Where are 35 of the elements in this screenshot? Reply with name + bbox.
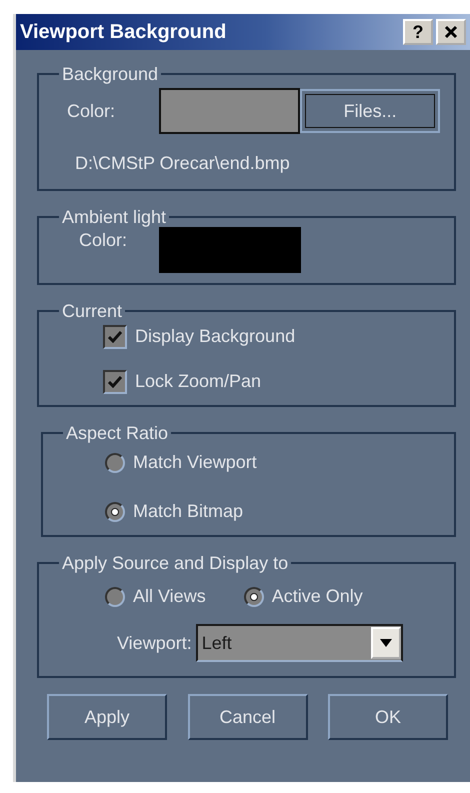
radio-button[interactable] [105,452,125,472]
color-label: Color: [66,100,116,122]
radio-label: Active Only [272,585,363,608]
group-label: Current [61,301,124,321]
color-swatch[interactable] [158,88,300,134]
dialog-button[interactable]: Cancel [188,694,308,740]
viewport-label: Viewport: [117,632,192,655]
file-path: D:\CMStP Orecar\end.bmp [75,152,291,175]
color-label: Color: [78,229,128,252]
checkbox-label: Lock Zoom/Pan [135,370,262,393]
window-title: Viewport Background [20,20,228,45]
radio-label: Match Viewport [133,451,257,474]
group-label: Ambient light [61,207,168,227]
color-swatch[interactable] [159,227,301,273]
checkmark-icon [108,330,122,342]
close-button[interactable] [436,19,466,45]
checkbox[interactable] [103,370,127,394]
dialog-button[interactable]: Apply [47,694,167,740]
checkbox-label: Display Background [135,325,296,348]
radio-button[interactable] [105,586,125,606]
dialog-button[interactable]: OK [328,694,448,740]
checkmark-icon [108,376,122,388]
close-icon [444,25,458,39]
radio-button[interactable] [105,502,125,522]
radio-label: Match Bitmap [133,500,244,523]
viewport-dropdown[interactable]: Left [196,624,403,662]
group-label: Apply Source and Display to [61,553,290,573]
group-label: Aspect Ratio [65,423,170,443]
radio-label: All Views [133,585,206,608]
files-button[interactable]: Files... [300,89,440,133]
help-button[interactable]: ? [403,19,433,45]
radio-button[interactable] [244,586,264,606]
checkbox[interactable] [103,324,127,348]
caret-icon [380,639,392,647]
group-label: Background [61,64,160,84]
